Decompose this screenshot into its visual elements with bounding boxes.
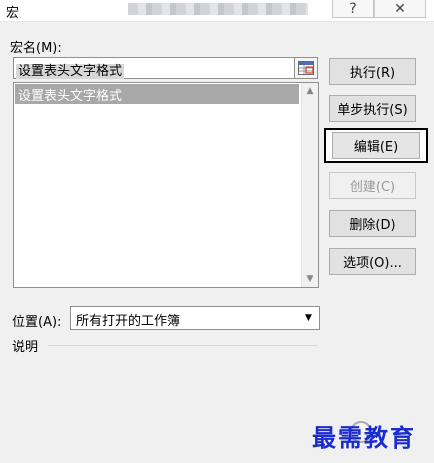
step-into-button[interactable]: 单步执行(S) xyxy=(329,95,416,122)
macro-list[interactable]: 设置表头文字格式 ▲ ▼ xyxy=(13,82,319,288)
edit-button-label: 编辑(E) xyxy=(332,132,420,159)
title-bar: 宏 ? ✕ xyxy=(0,0,434,22)
delete-button[interactable]: 删除(D) xyxy=(329,210,416,237)
edit-button[interactable]: 编辑(E) xyxy=(324,128,428,163)
scroll-down-icon[interactable]: ▼ xyxy=(302,271,318,287)
help-button[interactable]: ? xyxy=(332,0,374,18)
window-title: 宏 xyxy=(6,6,20,21)
close-icon: ✕ xyxy=(394,0,406,17)
run-button[interactable]: 执行(R) xyxy=(329,58,416,85)
scroll-up-icon[interactable]: ▲ xyxy=(302,83,318,99)
location-select[interactable]: 所有打开的工作簿 ▼ xyxy=(70,306,320,330)
location-value: 所有打开的工作簿 xyxy=(76,314,181,329)
create-button: 创建(C) xyxy=(329,172,416,199)
collapse-dialog-button[interactable] xyxy=(294,57,318,79)
chevron-down-icon[interactable]: ▼ xyxy=(300,309,317,327)
location-label: 位置(A): xyxy=(12,315,62,330)
range-select-icon xyxy=(298,61,314,75)
help-icon: ? xyxy=(349,0,357,17)
macro-name-label: 宏名(M): xyxy=(10,41,62,56)
options-button[interactable]: 选项(O)... xyxy=(329,248,416,275)
description-label: 说明 xyxy=(12,340,39,355)
macro-name-input[interactable]: 设置表头文字格式 xyxy=(13,57,298,79)
close-button[interactable]: ✕ xyxy=(374,0,426,18)
blurred-region xyxy=(128,3,308,15)
macro-name-value: 设置表头文字格式 xyxy=(16,64,125,79)
description-divider xyxy=(48,345,317,346)
list-item[interactable]: 设置表头文字格式 xyxy=(15,84,299,104)
watermark-logo: 最需教育 xyxy=(312,423,416,452)
vertical-scrollbar[interactable]: ▲ ▼ xyxy=(301,83,318,287)
